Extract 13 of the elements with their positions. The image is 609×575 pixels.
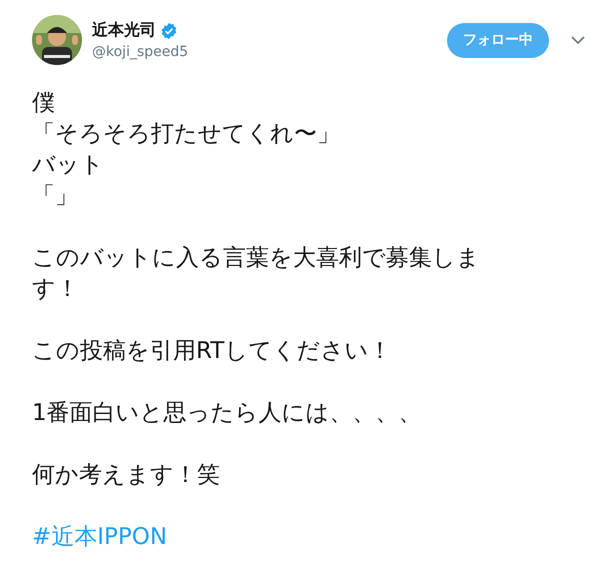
hashtag-link[interactable]: #近本IPPON — [32, 522, 168, 553]
chevron-down-icon[interactable] — [571, 36, 585, 44]
tweet-text: 「そろそろ打たせてくれ〜」 — [32, 120, 341, 149]
author-handle[interactable]: @koji_speed5 — [92, 44, 447, 60]
author-name[interactable]: 近本光司 — [92, 20, 156, 41]
tweet-text: 1番面白いと思ったら人には、、、、 — [32, 399, 423, 428]
tweet-text: この投稿を引用RTしてください！ — [32, 337, 392, 366]
tweet-text: このバットに入る言葉を大喜利で募集します！ — [32, 244, 481, 304]
follow-button[interactable]: フォロー中 — [447, 22, 549, 58]
tweet-text: 何か考えます！笑 — [32, 461, 221, 490]
tweet-text: バット — [32, 151, 105, 180]
tweet-text: 「」 — [32, 182, 79, 211]
tweet-text: 僕 — [32, 89, 56, 118]
